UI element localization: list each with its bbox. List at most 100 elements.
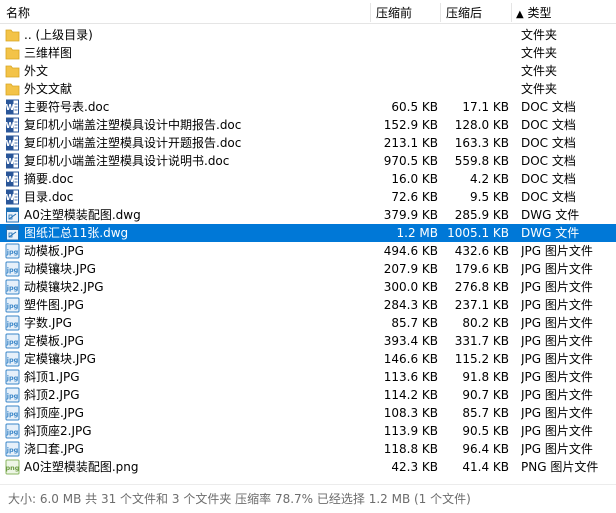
file-row[interactable]: jpg 塑件图.JPG 284.3 KB 237.1 KB JPG 图片文件 [0, 296, 616, 314]
folder-icon [5, 63, 20, 79]
word-doc-icon: W [5, 171, 20, 187]
file-row[interactable]: jpg 斜顶座.JPG 108.3 KB 85.7 KB JPG 图片文件 [0, 404, 616, 422]
file-row[interactable]: png A0注塑模装配图.png 42.3 KB 41.4 KB PNG 图片文件 [0, 458, 616, 476]
column-divider[interactable] [370, 3, 371, 22]
png-image-icon: png [5, 459, 20, 475]
file-compressed-size: 90.7 KB [462, 388, 509, 402]
file-type: JPG 图片文件 [521, 316, 593, 330]
column-divider[interactable] [511, 3, 512, 22]
svg-text:jpg: jpg [6, 392, 19, 400]
file-type: JPG 图片文件 [521, 406, 593, 420]
file-compressed-size [440, 26, 509, 44]
file-type: JPG 图片文件 [521, 442, 593, 456]
file-compressed-size: 85.7 KB [462, 406, 509, 420]
file-row[interactable]: jpg 动模镶块.JPG 207.9 KB 179.6 KB JPG 图片文件 [0, 260, 616, 278]
svg-text:W: W [6, 193, 15, 202]
file-row[interactable]: 外文文献 文件夹 [0, 80, 616, 98]
file-row[interactable]: W 主要符号表.doc 60.5 KB 17.1 KB DOC 文档 [0, 98, 616, 116]
file-original-size: 114.2 KB [383, 388, 438, 402]
file-name: 斜顶座2.JPG [24, 424, 92, 438]
file-row[interactable]: 外文 文件夹 [0, 62, 616, 80]
file-row[interactable]: 图纸汇总11张.dwg 1.2 MB 1005.1 KB DWG 文件 [0, 224, 616, 242]
column-type[interactable]: ▲ 类型 [516, 0, 552, 24]
status-bar: 大小: 6.0 MB 共 31 个文件和 3 个文件夹 压缩率 78.7% 已经… [0, 484, 616, 513]
file-row[interactable]: jpg 斜顶2.JPG 114.2 KB 90.7 KB JPG 图片文件 [0, 386, 616, 404]
file-compressed-size: 432.6 KB [454, 244, 509, 258]
file-type: DOC 文档 [521, 154, 576, 168]
jpg-image-icon: jpg [5, 369, 20, 385]
file-original-size: 494.6 KB [383, 244, 438, 258]
file-name: 字数.JPG [24, 316, 72, 330]
file-row[interactable]: W 复印机小端盖注塑模具设计中期报告.doc 152.9 KB 128.0 KB DOC… [0, 116, 616, 134]
file-type: DOC 文档 [521, 100, 576, 114]
column-name[interactable]: 名称 [6, 0, 30, 24]
file-compressed-size: 276.8 KB [454, 280, 509, 294]
file-row[interactable]: jpg 斜顶1.JPG 113.6 KB 91.8 KB JPG 图片文件 [0, 368, 616, 386]
file-compressed-size: 285.9 KB [454, 208, 509, 222]
file-original-size: 113.9 KB [383, 424, 438, 438]
column-original-size[interactable]: 压缩前 [376, 0, 412, 24]
file-row[interactable]: .. (上级目录) 文件夹 [0, 26, 616, 44]
file-name: 主要符号表.doc [24, 100, 110, 114]
file-row[interactable]: jpg 斜顶座2.JPG 113.9 KB 90.5 KB JPG 图片文件 [0, 422, 616, 440]
word-doc-icon: W [5, 153, 20, 169]
file-original-size: 72.6 KB [391, 190, 438, 204]
file-row[interactable]: jpg 动模镶块2.JPG 300.0 KB 276.8 KB JPG 图片文件 [0, 278, 616, 296]
jpg-image-icon: jpg [5, 423, 20, 439]
file-type: 文件夹 [521, 28, 558, 42]
column-name-label: 名称 [6, 6, 31, 20]
column-compressed-size-label: 压缩后 [446, 6, 483, 20]
file-row[interactable]: W 目录.doc 72.6 KB 9.5 KB DOC 文档 [0, 188, 616, 206]
jpg-image-icon: jpg [5, 387, 20, 403]
svg-text:jpg: jpg [6, 266, 19, 274]
file-row[interactable]: jpg 字数.JPG 85.7 KB 80.2 KB JPG 图片文件 [0, 314, 616, 332]
file-compressed-size: 1005.1 KB [447, 226, 509, 240]
file-name: 定模板.JPG [24, 334, 84, 348]
svg-text:jpg: jpg [6, 446, 19, 454]
file-name: 定模镶块.JPG [24, 352, 96, 366]
jpg-image-icon: jpg [5, 441, 20, 457]
file-name: A0注塑模装配图.png [24, 460, 139, 474]
file-row[interactable]: jpg 浇口套.JPG 118.8 KB 96.4 KB JPG 图片文件 [0, 440, 616, 458]
file-name: 动模镶块2.JPG [24, 280, 104, 294]
file-compressed-size: 179.6 KB [454, 262, 509, 276]
file-original-size: 393.4 KB [383, 334, 438, 348]
file-name: 浇口套.JPG [24, 442, 84, 456]
file-name: 复印机小端盖注塑模具设计开题报告.doc [24, 136, 242, 150]
file-original-size: 300.0 KB [383, 280, 438, 294]
status-text: 大小: 6.0 MB 共 31 个文件和 3 个文件夹 压缩率 78.7% 已经… [8, 492, 471, 506]
file-original-size: 213.1 KB [383, 136, 438, 150]
file-row[interactable]: W 摘要.doc 16.0 KB 4.2 KB DOC 文档 [0, 170, 616, 188]
file-type: JPG 图片文件 [521, 262, 593, 276]
file-row[interactable]: 三维样图 文件夹 [0, 44, 616, 62]
column-header: 名称 压缩前 压缩后 ▲ 类型 [0, 0, 616, 24]
file-row[interactable]: A0注塑模装配图.dwg 379.9 KB 285.9 KB DWG 文件 [0, 206, 616, 224]
sort-ascending-icon: ▲ [516, 9, 524, 20]
file-name: 斜顶座.JPG [24, 406, 84, 420]
file-name: 动模镶块.JPG [24, 262, 96, 276]
file-row[interactable]: jpg 动模板.JPG 494.6 KB 432.6 KB JPG 图片文件 [0, 242, 616, 260]
file-row[interactable]: W 复印机小端盖注塑模具设计开题报告.doc 213.1 KB 163.3 KB DOC… [0, 134, 616, 152]
file-type: JPG 图片文件 [521, 280, 593, 294]
file-original-size: 146.6 KB [383, 352, 438, 366]
file-type: JPG 图片文件 [521, 424, 593, 438]
file-original-size: 118.8 KB [383, 442, 438, 456]
svg-text:W: W [6, 139, 15, 148]
file-original-size: 60.5 KB [391, 100, 438, 114]
jpg-image-icon: jpg [5, 333, 20, 349]
file-name: 图纸汇总11张.dwg [24, 226, 129, 240]
file-row[interactable]: W 复印机小端盖注塑模具设计说明书.doc 970.5 KB 559.8 KB DOC … [0, 152, 616, 170]
svg-text:jpg: jpg [6, 428, 19, 436]
svg-text:jpg: jpg [6, 284, 19, 292]
svg-text:jpg: jpg [6, 356, 19, 364]
file-original-size: 16.0 KB [391, 172, 438, 186]
jpg-image-icon: jpg [5, 243, 20, 259]
file-list[interactable]: .. (上级目录) 文件夹 三维样图 文件夹 外文 文件夹 外文文献 文件夹 W 主要符号表.do… [0, 26, 616, 476]
file-row[interactable]: jpg 定模板.JPG 393.4 KB 331.7 KB JPG 图片文件 [0, 332, 616, 350]
column-divider[interactable] [440, 3, 441, 22]
word-doc-icon: W [5, 135, 20, 151]
jpg-image-icon: jpg [5, 405, 20, 421]
file-row[interactable]: jpg 定模镶块.JPG 146.6 KB 115.2 KB JPG 图片文件 [0, 350, 616, 368]
svg-text:jpg: jpg [6, 302, 19, 310]
column-compressed-size[interactable]: 压缩后 [446, 0, 482, 24]
